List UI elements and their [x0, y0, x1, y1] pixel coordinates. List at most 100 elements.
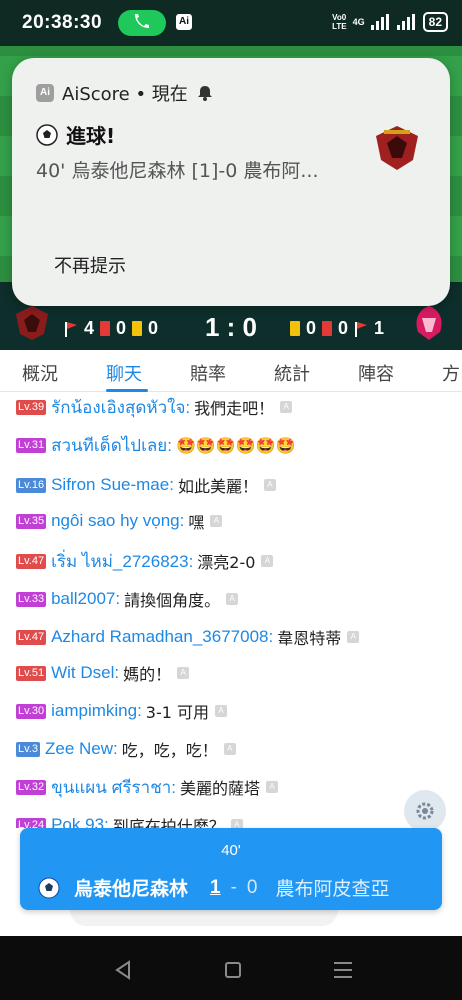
level-badge: Lv.31	[16, 437, 47, 453]
home-score: 1	[210, 876, 221, 898]
level-badge: Lv.3	[16, 741, 40, 757]
chat-message: Lv.33 ball2007: 請換個角度。 A	[16, 587, 239, 611]
ai-notification-icon: Ai	[176, 14, 192, 30]
chat-text: 3-1 可用	[145, 703, 210, 722]
chat-text: 美麗的薩塔	[180, 779, 261, 798]
status-right: Vo0 LTE 4G 82	[332, 12, 448, 32]
system-nav-bar	[0, 936, 462, 1000]
away-team-name: 農布阿皮查亞	[275, 878, 390, 900]
translate-icon[interactable]: A	[261, 555, 274, 567]
soccer-ball-icon	[36, 123, 58, 146]
goal-score-row: 烏泰他尼森林 1 - 0 農布阿皮查亞	[38, 874, 390, 901]
translate-icon[interactable]: A	[263, 479, 276, 491]
team-logo	[376, 126, 418, 170]
network-type: 4G	[352, 17, 365, 27]
chat-message: Lv.3 Zee New: 吃，吃，吃！ A	[16, 737, 236, 761]
recent-apps-icon[interactable]	[334, 962, 352, 983]
chat-username[interactable]: Azhard Ramadhan_3677008:	[51, 627, 273, 647]
translate-icon[interactable]: A	[230, 819, 243, 828]
level-badge: Lv.33	[16, 591, 47, 607]
status-time: 20:38:30	[22, 12, 103, 33]
chat-settings-button[interactable]	[404, 790, 446, 832]
ongoing-call-pill[interactable]	[118, 10, 166, 36]
notification-app-name: AiScore • 現在	[62, 84, 188, 105]
chat-text: 漂亮2-0	[197, 553, 256, 572]
away-stats: 0 0 1	[290, 318, 384, 339]
chat-username[interactable]: เริ่ม ไหม่_2726823:	[51, 548, 193, 575]
tab-overview[interactable]: 概況	[22, 360, 58, 386]
chat-text: 到底在拍什麼？	[112, 817, 225, 828]
chat-text: 🤩🤩🤩🤩🤩🤩	[176, 435, 296, 455]
chat-username[interactable]: iampimking:	[51, 701, 142, 721]
goal-banner[interactable]: 40' 烏泰他尼森林 1 - 0 農布阿皮查亞	[20, 828, 442, 910]
chat-username[interactable]: สวนทีเด็ดไปเลย:	[51, 432, 172, 459]
chat-message: Lv.51 Wit Dsel: 媽的！ A	[16, 661, 190, 685]
level-badge: Lv.35	[16, 513, 47, 529]
battery-indicator: 82	[422, 12, 448, 32]
chat-text: 媽的！	[123, 665, 172, 684]
translate-icon[interactable]: A	[210, 515, 223, 527]
chat-text: 如此美麗！	[177, 477, 258, 496]
notification-title-row: 進球!	[36, 120, 115, 149]
chat-text: 我們走吧！	[194, 399, 275, 418]
tab-chat[interactable]: 聊天	[106, 360, 142, 386]
translate-icon[interactable]: A	[226, 593, 239, 605]
level-badge: Lv.16	[16, 477, 47, 493]
chat-username[interactable]: รักน้องเอิงสุดหัวใจ:	[51, 394, 190, 421]
chat-username[interactable]: Pok 93:	[51, 815, 109, 828]
away-yellow-cards: 0	[306, 318, 317, 338]
status-bar: 20:38:30 Ai Vo0 LTE 4G 82	[0, 0, 462, 46]
volte-indicator: Vo0 LTE	[332, 13, 347, 31]
bell-icon	[197, 86, 212, 101]
level-badge: Lv.24	[16, 817, 47, 828]
goal-minute: 40'	[221, 842, 241, 859]
match-score: 1 : 0	[204, 312, 258, 342]
translate-icon[interactable]: A	[215, 705, 228, 717]
aiscore-app-icon: Ai	[36, 84, 54, 102]
chat-list[interactable]: Lv.39 รักน้องเอิงสุดหัวใจ: 我們走吧！ A Lv.31…	[0, 393, 462, 828]
chat-username[interactable]: Zee New:	[45, 739, 118, 759]
chat-message: Lv.31 สวนทีเด็ดไปเลย: 🤩🤩🤩🤩🤩🤩	[16, 433, 296, 457]
translate-icon[interactable]: A	[177, 667, 190, 679]
translate-icon[interactable]: A	[280, 401, 293, 413]
back-icon[interactable]	[114, 960, 132, 980]
away-red-cards: 0	[338, 318, 349, 338]
chat-text: 韋恩特蒂	[277, 629, 342, 648]
chat-message: Lv.39 รักน้องเอิงสุดหัวใจ: 我們走吧！ A	[16, 394, 293, 421]
heads-up-notification[interactable]: Ai AiScore • 現在 進球! 40' 烏泰他尼森林 [1]-0 農布阿…	[12, 58, 450, 306]
chat-message: Lv.35 ngôi sao hy vọng: 嘿 A	[16, 509, 223, 533]
signal-icon-2	[396, 14, 415, 30]
soccer-ball-icon	[38, 877, 60, 898]
chat-text: 吃，吃，吃！	[121, 741, 218, 760]
chat-message: Lv.47 เริ่ม ไหม่_2726823: 漂亮2-0 A	[16, 548, 274, 575]
tab-more[interactable]: 方	[442, 360, 460, 386]
signal-icon	[370, 14, 389, 30]
translate-icon[interactable]: A	[223, 743, 236, 755]
notification-title: 進球!	[66, 124, 116, 148]
chat-username[interactable]: ball2007:	[51, 589, 120, 609]
phone-icon	[135, 14, 149, 28]
translate-icon[interactable]: A	[347, 631, 360, 643]
red-card-icon	[322, 321, 333, 336]
chat-message: Lv.47 Azhard Ramadhan_3677008: 韋恩特蒂 A	[16, 625, 360, 649]
corner-flag-icon	[355, 321, 368, 337]
level-badge: Lv.47	[16, 553, 47, 569]
level-badge: Lv.39	[16, 399, 47, 415]
tab-lineup[interactable]: 陣容	[358, 360, 394, 386]
away-corners: 1	[374, 318, 385, 338]
dont-remind-button[interactable]: 不再提示	[54, 252, 126, 278]
notification-header: Ai AiScore • 現在	[36, 80, 214, 106]
home-icon[interactable]	[225, 962, 241, 978]
chat-username[interactable]: Sifron Sue-mae:	[51, 475, 174, 495]
translate-icon[interactable]: A	[266, 781, 279, 793]
tab-stats[interactable]: 統計	[274, 360, 310, 386]
yellow-card-icon	[290, 321, 300, 336]
level-badge: Lv.30	[16, 703, 47, 719]
home-team-name: 烏泰他尼森林	[74, 878, 189, 900]
chat-message: Lv.16 Sifron Sue-mae: 如此美麗！ A	[16, 473, 276, 497]
chat-message: Lv.30 iampimking: 3-1 可用 A	[16, 699, 228, 723]
chat-username[interactable]: Wit Dsel:	[51, 663, 119, 683]
tab-odds[interactable]: 賠率	[190, 360, 226, 386]
chat-username[interactable]: ขุนแผน ศรีราชา:	[51, 774, 176, 801]
chat-username[interactable]: ngôi sao hy vọng:	[51, 511, 184, 531]
